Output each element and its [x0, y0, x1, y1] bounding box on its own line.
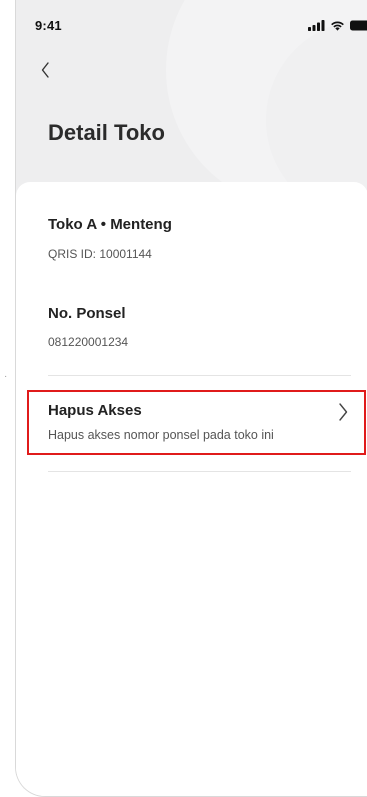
divider [48, 471, 351, 472]
remove-access-item[interactable]: Hapus Akses Hapus akses nomor ponsel pad… [48, 390, 351, 450]
edge-marker: · [4, 371, 8, 382]
status-time: 9:41 [35, 18, 62, 33]
battery-icon [350, 20, 367, 30]
chevron-right-icon [339, 403, 348, 421]
page-title: Detail Toko [48, 120, 165, 145]
chevron-left-icon [41, 62, 49, 78]
remove-access-title: Hapus Akses [48, 402, 142, 419]
signal-icon [308, 19, 325, 31]
wifi-icon [331, 21, 344, 31]
back-button[interactable] [40, 60, 60, 84]
detail-sheet: Toko A • Menteng QRIS ID: 10001144 No. P… [16, 182, 367, 796]
qris-id: QRIS ID: 10001144 [48, 247, 152, 261]
phone-value: 081220001234 [48, 335, 129, 349]
phone-screen: 9:41 Detail Toko Toko A • Menteng QRIS I… [15, 0, 367, 797]
status-icons [308, 19, 367, 31]
store-name: Toko A • Menteng [48, 216, 172, 233]
divider [48, 375, 351, 376]
status-bar: 9:41 [16, 0, 367, 44]
remove-access-description: Hapus akses nomor ponsel pada toko ini [48, 428, 274, 442]
phone-label: No. Ponsel [48, 305, 126, 322]
